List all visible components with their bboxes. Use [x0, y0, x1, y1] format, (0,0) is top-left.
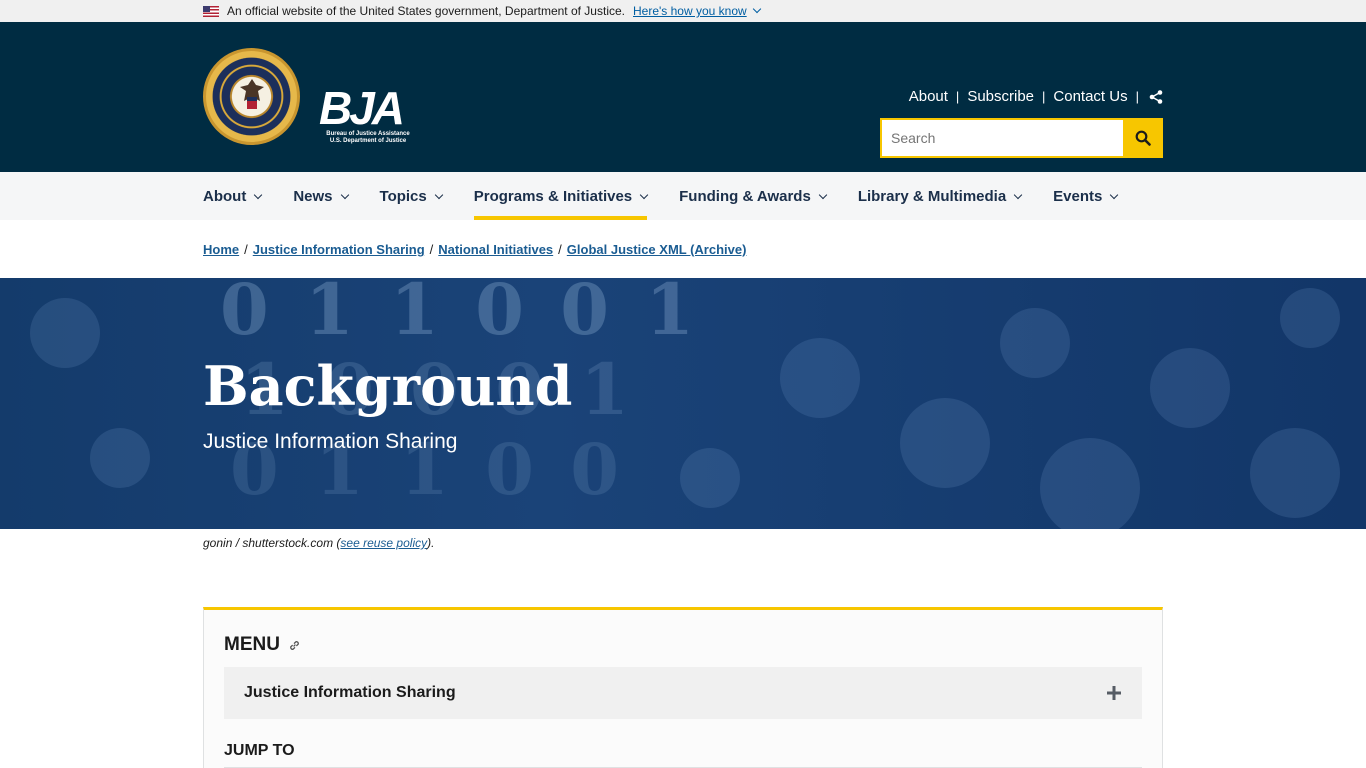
- nav-item-library-multimedia[interactable]: Library & Multimedia: [858, 172, 1023, 220]
- image-credit: gonin / shutterstock.com (see reuse poli…: [203, 536, 435, 550]
- utility-nav: About | Subscribe | Contact Us |: [909, 88, 1163, 105]
- gov-banner: An official website of the United States…: [0, 0, 1366, 22]
- main-nav: About News Topics Programs & Initiatives…: [0, 172, 1366, 220]
- page-title: Background: [203, 354, 573, 418]
- chevron-down-icon: [1013, 190, 1023, 199]
- chevron-down-icon: [752, 4, 761, 14]
- breadcrumb-home[interactable]: Home: [203, 242, 239, 257]
- gov-banner-text: An official website of the United States…: [227, 4, 625, 18]
- chevron-down-icon: [340, 190, 349, 199]
- page-subtitle: Justice Information Sharing: [203, 430, 458, 453]
- reuse-policy-link[interactable]: see reuse policy: [340, 536, 427, 550]
- doj-seal-logo[interactable]: [203, 48, 300, 145]
- search-button[interactable]: [1123, 118, 1163, 158]
- jump-to-heading: JUMP TO: [224, 742, 295, 759]
- search-input[interactable]: [880, 118, 1123, 158]
- us-flag-icon: [203, 5, 219, 17]
- link-icon[interactable]: [288, 639, 301, 652]
- util-link-about[interactable]: About: [909, 88, 948, 105]
- search-icon: [1135, 130, 1151, 146]
- heres-how-you-know-link[interactable]: Here's how you know: [633, 4, 761, 18]
- nav-item-events[interactable]: Events: [1053, 172, 1119, 220]
- plus-icon: [1107, 686, 1121, 700]
- breadcrumb-global-justice-xml[interactable]: Global Justice XML (Archive): [567, 242, 747, 257]
- eagle-icon: [240, 79, 264, 109]
- chevron-down-icon: [434, 190, 443, 199]
- breadcrumb-national-initiatives[interactable]: National Initiatives: [438, 242, 553, 257]
- nav-item-funding-awards[interactable]: Funding & Awards: [679, 172, 828, 220]
- accordion-justice-information-sharing[interactable]: Justice Information Sharing: [224, 667, 1142, 719]
- chevron-down-icon: [818, 190, 828, 199]
- bja-logo[interactable]: BJA Bureau of Justice Assistance U.S. De…: [319, 85, 417, 145]
- util-link-contact-us[interactable]: Contact Us: [1053, 88, 1127, 105]
- share-icon[interactable]: [1149, 89, 1163, 104]
- chevron-down-icon: [639, 190, 649, 199]
- section-menu: MENU Justice Information Sharing JUMP TO: [203, 607, 1163, 768]
- menu-heading: MENU: [224, 634, 301, 656]
- site-header: BJA Bureau of Justice Assistance U.S. De…: [0, 22, 1366, 172]
- hero-banner: 0 1 1 0 0 1 1 0 0 0 1 0 1 1 0 0 Backgrou…: [0, 278, 1366, 529]
- search-form: [880, 118, 1163, 158]
- nav-item-topics[interactable]: Topics: [380, 172, 443, 220]
- nav-item-news[interactable]: News: [293, 172, 349, 220]
- chevron-down-icon: [254, 190, 263, 199]
- breadcrumb-justice-information-sharing[interactable]: Justice Information Sharing: [253, 242, 425, 257]
- breadcrumb: Home / Justice Information Sharing / Nat…: [203, 242, 747, 257]
- nav-item-programs-initiatives[interactable]: Programs & Initiatives: [473, 172, 649, 220]
- chevron-down-icon: [1110, 190, 1119, 199]
- nav-item-about[interactable]: About: [203, 172, 263, 220]
- util-link-subscribe[interactable]: Subscribe: [967, 88, 1034, 105]
- hero-background-binary: 0 1 1 0 0 1: [220, 278, 701, 351]
